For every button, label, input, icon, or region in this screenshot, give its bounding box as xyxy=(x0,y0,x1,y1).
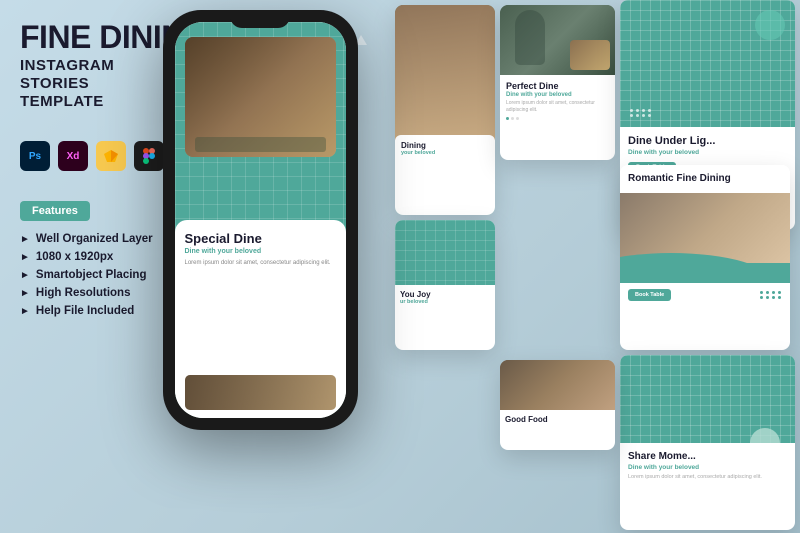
adobexd-icon[interactable]: Xd xyxy=(58,141,88,171)
card-romantic-bottom: Book Table xyxy=(620,283,790,307)
bullet-4: ► xyxy=(20,288,30,299)
card-share-title: Share Mome... xyxy=(628,451,787,462)
card-joy-grid xyxy=(395,220,495,285)
card-romantic-dining: Romantic Fine Dining Book Table xyxy=(620,165,790,350)
card-dinelight-circle xyxy=(755,10,785,40)
phone-dine-subtitle: Dine with your beloved xyxy=(185,248,336,255)
card-romantic-dots xyxy=(760,291,782,299)
phone-special-dine-title: Special Dine xyxy=(185,232,336,246)
card-share-subtitle: Dine with your beloved xyxy=(628,464,787,471)
card-romantic-image xyxy=(620,193,790,283)
phone-notch xyxy=(230,10,290,28)
phone-screen: Special Dine Dine with your beloved Lore… xyxy=(175,22,346,418)
card-perfect-lorem: Lorem ipsum dolor sit amet, consectetur … xyxy=(506,100,609,113)
features-label: Features xyxy=(20,201,90,221)
phone-outer: Special Dine Dine with your beloved Lore… xyxy=(163,10,358,430)
card-dining-title: Dining xyxy=(401,141,489,150)
card-perfect-image xyxy=(500,5,615,75)
card-romantic-title: Romantic Fine Dining xyxy=(628,173,782,185)
bullet-5: ► xyxy=(20,306,30,317)
card-goodfood-bottom: Good Food xyxy=(500,410,615,429)
card-share-teal xyxy=(620,355,795,443)
card-perfect-dine: Perfect Dine Dine with your beloved Lore… xyxy=(500,5,615,160)
phone-food-image xyxy=(185,37,336,157)
bullet-1: ► xyxy=(20,234,30,245)
phone-lorem-text: Lorem ipsum dolor sit amet, consectetur … xyxy=(185,259,336,267)
card-goodfood-image xyxy=(500,360,615,410)
card-goodfood-title: Good Food xyxy=(505,415,610,424)
sketch-icon[interactable] xyxy=(96,141,126,171)
card-joy-bottom: You Joy ur beloved xyxy=(395,285,495,310)
card-dinelight-dots xyxy=(630,109,652,117)
card-perfect-subtitle: Dine with your beloved xyxy=(506,92,609,98)
phone-teal-top xyxy=(175,22,346,240)
card-perfect-title: Perfect Dine xyxy=(506,81,609,91)
card-you-joy: You Joy ur beloved xyxy=(395,220,495,350)
card-share-bottom: Share Mome... Dine with your beloved Lor… xyxy=(620,443,795,490)
phone-screen-content: Special Dine Dine with your beloved Lore… xyxy=(175,22,346,418)
photoshop-icon[interactable]: Ps xyxy=(20,141,50,171)
card-dinelight-subtitle: Dine with your beloved xyxy=(628,149,787,156)
card-dining-subtitle: your beloved xyxy=(401,150,489,156)
bullet-3: ► xyxy=(20,270,30,281)
card-share-lorem: Lorem ipsum dolor sit amet, consectetur … xyxy=(628,474,787,482)
card-joy-title: You Joy xyxy=(400,290,490,299)
card-good-food: Good Food xyxy=(500,360,615,450)
card-share-moments: Share Mome... Dine with your beloved Lor… xyxy=(620,355,795,530)
card-perfect-dots xyxy=(506,117,609,120)
card-romantic-header: Romantic Fine Dining xyxy=(620,165,790,193)
card-perfect-bottom: Perfect Dine Dine with your beloved Lore… xyxy=(500,75,615,126)
card-joy-subtitle: ur beloved xyxy=(400,299,490,305)
card-romantic-book-btn[interactable]: Book Table xyxy=(628,289,671,301)
bullet-2: ► xyxy=(20,252,30,263)
phone-white-bottom: Special Dine Dine with your beloved Lore… xyxy=(175,220,346,418)
card-dining-left: Dining your beloved xyxy=(395,5,495,215)
card-dinelight-teal xyxy=(620,0,795,127)
card-joy-teal xyxy=(395,220,495,285)
card-dinelight-title: Dine Under Lig... xyxy=(628,135,787,147)
card-dining-content: Dining your beloved xyxy=(395,135,495,215)
phone-mockup: Special Dine Dine with your beloved Lore… xyxy=(155,10,365,440)
card-dining-image xyxy=(395,5,495,142)
